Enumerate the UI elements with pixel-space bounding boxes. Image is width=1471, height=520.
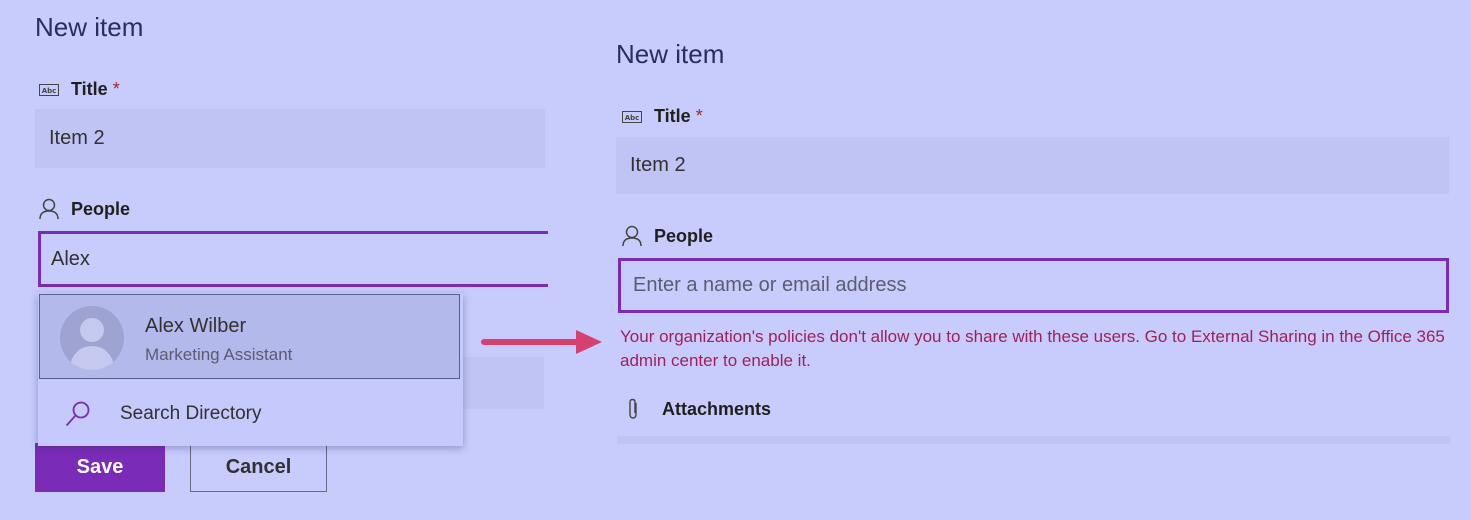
title-label-text: Title bbox=[654, 106, 691, 126]
cancel-button[interactable]: Cancel bbox=[190, 443, 327, 492]
attachments-label: Attachments bbox=[626, 398, 771, 420]
avatar bbox=[60, 306, 124, 370]
search-icon bbox=[66, 401, 90, 426]
title-input[interactable]: Item 2 bbox=[35, 109, 545, 168]
people-input[interactable] bbox=[618, 258, 1449, 313]
left-form-panel: New item Abc Title * Item 2 People Alex … bbox=[0, 0, 560, 520]
person-icon bbox=[39, 198, 59, 220]
title-input-value: Item 2 bbox=[630, 154, 686, 176]
form-title: New item bbox=[616, 39, 725, 69]
title-field-label: Abc Title * bbox=[39, 79, 120, 100]
required-asterisk: * bbox=[695, 106, 703, 126]
form-title: New item bbox=[35, 12, 144, 42]
people-field-label: People bbox=[39, 198, 130, 220]
right-form-panel: New item Abc Title * Item 2 People Your … bbox=[560, 0, 1471, 520]
people-search-field[interactable] bbox=[631, 273, 1446, 298]
abc-text-icon: Abc bbox=[39, 83, 59, 96]
sharing-error-message: Your organization's policies don't allow… bbox=[620, 327, 1445, 370]
people-label-text: People bbox=[71, 198, 131, 219]
abc-text-icon: Abc bbox=[622, 110, 642, 123]
attachments-label-text: Attachments bbox=[662, 398, 772, 419]
title-label-text: Title bbox=[71, 79, 108, 99]
svg-text:Abc: Abc bbox=[42, 87, 57, 95]
people-input[interactable]: Alex bbox=[38, 231, 548, 287]
people-input-value: Alex bbox=[51, 247, 90, 270]
people-label-text: People bbox=[654, 225, 714, 246]
suggestion-item-alex-wilber[interactable]: Alex Wilber Marketing Assistant bbox=[39, 294, 460, 379]
people-field-label: People bbox=[622, 225, 713, 247]
search-directory-button[interactable]: Search Directory bbox=[38, 391, 463, 437]
required-asterisk: * bbox=[112, 79, 120, 99]
title-input-value: Item 2 bbox=[49, 127, 105, 149]
title-input[interactable]: Item 2 bbox=[616, 137, 1449, 194]
suggestion-subtitle: Marketing Assistant bbox=[145, 345, 293, 364]
person-icon bbox=[622, 225, 642, 247]
svg-text:Abc: Abc bbox=[625, 114, 640, 122]
obscured-field bbox=[462, 357, 544, 409]
save-button[interactable]: Save bbox=[35, 443, 165, 492]
paperclip-icon bbox=[629, 398, 637, 419]
search-directory-label: Search Directory bbox=[120, 403, 262, 424]
attachments-area[interactable] bbox=[617, 436, 1450, 444]
people-suggestions-dropdown: Alex Wilber Marketing Assistant Search D… bbox=[38, 293, 463, 446]
suggestion-name: Alex Wilber bbox=[145, 315, 247, 337]
title-field-label: Abc Title * bbox=[622, 106, 703, 127]
